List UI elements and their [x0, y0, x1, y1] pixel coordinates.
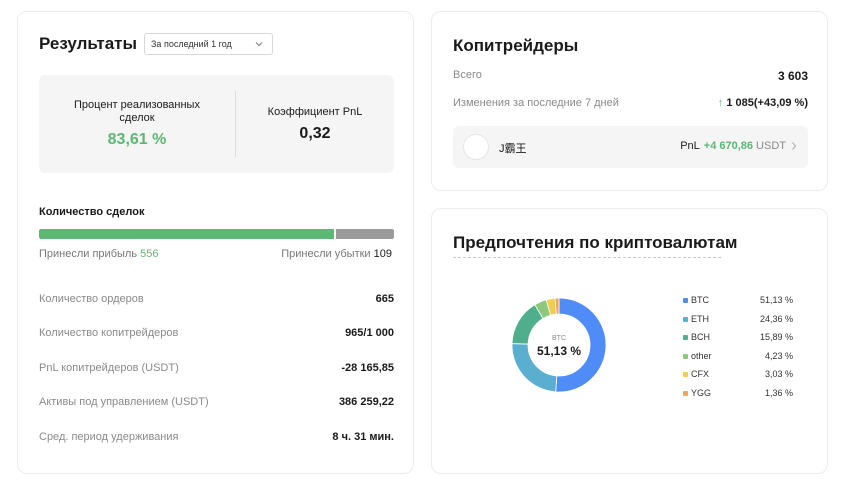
stat-row-label: Количество копитрейдеров [39, 327, 179, 339]
legend-item-eth: ETH 24,36 % [683, 314, 793, 333]
trader-pnl-label: PnL [680, 140, 700, 152]
stat-row-value: 386 259,22 [338, 396, 394, 408]
legend-name: CFX [691, 369, 709, 379]
profit-label: Принесли прибыль [39, 248, 138, 260]
legend-item-btc: BTC 51,13 % [683, 295, 793, 314]
legend-percent: 24,36 % [759, 313, 793, 324]
profit-legend: Принесли прибыль 556 [39, 248, 158, 260]
stats-summary: Процент реализованных сделок 83,61 % Коэ… [39, 75, 394, 173]
title-underline [453, 257, 721, 258]
crypto-legend: BTC 51,13 % ETH 24,36 % BCH 15,89 % other 4,23 … [683, 295, 793, 406]
copytraders-card: Копитрейдеры Всего 3 603 Изменения за по… [431, 11, 828, 191]
stat-row-copytraders-pnl: PnL копитрейдеров (USDT) -28 165,85 [39, 362, 394, 374]
realized-value: 83,61 % [107, 131, 167, 148]
loss-legend: Принесли убытки 109 [281, 248, 392, 260]
legend-percent: 1,36 % [764, 387, 793, 398]
stat-row-label: Количество ордеров [39, 293, 144, 305]
period-dropdown-value: За последний 1 год [151, 39, 232, 49]
legend-percent: 51,13 % [759, 295, 793, 305]
loss-count: 109 [373, 248, 392, 260]
legend-swatch [683, 372, 688, 377]
results-title: Результаты [39, 34, 138, 53]
trader-name: J霸王 [499, 143, 527, 155]
stat-row-label: Сред. период удерживания [39, 431, 179, 443]
legend-percent: 15,89 % [759, 332, 793, 342]
change-value-wrap: ↑ 1 085(+43,09 %) [718, 97, 808, 109]
deals-progress-bar [39, 229, 394, 239]
pnl-ratio-value: 0,32 [299, 124, 331, 142]
stat-row-value: 665 [375, 293, 394, 305]
total-value: 3 603 [777, 69, 808, 83]
stat-row-copytraders: Количество копитрейдеров 965/1 000 [39, 327, 394, 339]
results-card: Результаты За последний 1 год Процент ре… [17, 11, 414, 474]
realized-label: Процент реализованных сделок [74, 99, 200, 124]
legend-swatch [683, 390, 688, 396]
stat-row-aum: Активы под управлением (USDT) 386 259,22 [39, 396, 394, 408]
period-dropdown[interactable]: За последний 1 год [144, 33, 273, 55]
chevron-down-icon [255, 42, 263, 47]
legend-swatch [683, 335, 688, 340]
legend-item-other: other 4,23 % [683, 351, 793, 370]
trader-pnl-value: +4 670,86 [703, 140, 754, 152]
stat-row-value: 8 ч. 31 мин. [332, 431, 394, 443]
copytraders-change-row: Изменения за последние 7 дней ↑ 1 085(+4… [453, 97, 808, 109]
legend-swatch [683, 353, 688, 359]
legend-name: YGG [691, 387, 712, 398]
stat-row-value: 965/1 000 [345, 327, 394, 339]
stat-row-orders: Количество ордеров 665 [39, 293, 394, 305]
deals-count-label: Количество сделок [39, 206, 145, 218]
preferences-title: Предпочтения по криптовалютам [453, 233, 738, 252]
change-label: Изменения за последние 7 дней [453, 97, 619, 109]
legend-item-ygg: YGG 1,36 % [683, 388, 793, 407]
donut-center-label: BTC [552, 335, 566, 342]
pnl-ratio-label: Коэффициент PnL [267, 105, 363, 118]
legend-name: ETH [691, 313, 709, 324]
legend-item-bch: BCH 15,89 % [683, 332, 793, 351]
chevron-right-icon [792, 142, 797, 150]
realized-stat: Процент реализованных сделок 83,61 % [39, 75, 235, 173]
trader-pnl-unit: USDT [756, 140, 786, 152]
crypto-donut-chart: BTC 51,13 % [511, 297, 607, 393]
legend-swatch [683, 316, 688, 322]
donut-center-value: 51,13 % [537, 344, 581, 358]
legend-name: other [691, 350, 712, 361]
copytraders-title: Копитрейдеры [453, 36, 579, 55]
legend-percent: 3,03 % [764, 369, 793, 379]
total-label: Всего [453, 69, 482, 81]
trader-row[interactable]: J霸王 PnL +4 670,86 USDT [453, 126, 808, 168]
legend-swatch [683, 298, 688, 303]
copytraders-total-row: Всего 3 603 [453, 69, 808, 83]
avatar [463, 134, 489, 160]
legend-name: BTC [691, 295, 709, 305]
loss-label: Принесли убытки [281, 248, 371, 260]
profit-count: 556 [140, 248, 159, 260]
stat-row-label: PnL копитрейдеров (USDT) [39, 362, 179, 374]
crypto-preferences-card: Предпочтения по криптовалютам BTC 51,13 … [431, 208, 828, 474]
stat-row-holding-period: Сред. период удерживания 8 ч. 31 мин. [39, 431, 394, 443]
stat-row-label: Активы под управлением (USDT) [39, 396, 209, 408]
change-value: 1 085(+43,09 %) [726, 97, 808, 109]
legend-name: BCH [691, 332, 711, 342]
trader-pnl: PnL +4 670,86 USDT [680, 140, 786, 152]
deals-profit-bar [39, 229, 334, 239]
deals-loss-bar [335, 229, 394, 239]
legend-item-cfx: CFX 3,03 % [683, 369, 793, 388]
arrow-up-icon: ↑ [717, 97, 724, 109]
stat-row-value: -28 165,85 [341, 362, 394, 374]
pnl-ratio-stat: Коэффициент PnL 0,32 [236, 75, 394, 173]
legend-percent: 4,23 % [764, 350, 793, 361]
